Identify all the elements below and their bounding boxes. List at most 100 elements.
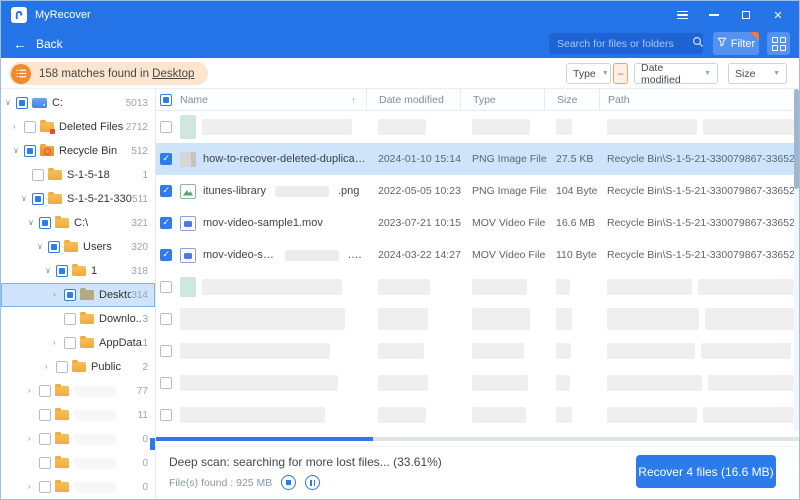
chevron-collapsed-icon[interactable]: › — [13, 123, 24, 131]
sidebar-item-redacted[interactable]: › 11 — [1, 403, 155, 427]
folder-icon — [55, 218, 69, 228]
checkbox-unchecked[interactable] — [64, 313, 76, 325]
chevron-expanded-icon[interactable]: ∨ — [28, 219, 39, 227]
sidebar-item-redacted[interactable]: › 77 — [1, 379, 155, 403]
chevron-collapsed-icon[interactable]: › — [53, 291, 64, 299]
scan-progress-bar — [156, 437, 800, 441]
sidebar-item-s-1-5-21[interactable]: ∨ S-1-5-21-3300798...511 — [1, 187, 155, 211]
sidebar-item-downloads[interactable]: › Downlo...3 — [1, 307, 155, 331]
checkbox-checked[interactable] — [160, 217, 172, 229]
sidebar-item-c-root[interactable]: ∨ C:\321 — [1, 211, 155, 235]
table-row[interactable]: how-to-recover-deleted-duplicate-files-w… — [156, 143, 800, 175]
chevron-collapsed-icon[interactable]: › — [28, 483, 39, 491]
select-all-checkbox[interactable] — [160, 94, 172, 106]
checkbox-partial[interactable] — [39, 217, 51, 229]
chevron-collapsed-icon[interactable]: › — [53, 339, 64, 347]
checkbox-checked[interactable] — [160, 249, 172, 261]
redacted-row[interactable] — [156, 335, 800, 367]
column-header-path[interactable]: Path — [599, 89, 800, 110]
checkbox-unchecked[interactable] — [56, 361, 68, 373]
funnel-icon — [717, 37, 727, 50]
search-input[interactable] — [557, 38, 692, 50]
chevron-expanded-icon[interactable]: ∨ — [37, 243, 48, 251]
checkbox-unchecked[interactable] — [160, 409, 172, 421]
sidebar-item-desktop[interactable]: › Desktop314 — [1, 283, 155, 307]
table-row[interactable]: mov-video-sample2.mov 2024-03-22 14:27 M… — [156, 239, 800, 271]
column-header-name[interactable]: Name↑ — [180, 89, 366, 110]
back-button[interactable]: ← Back — [13, 37, 63, 51]
sidebar-item-1[interactable]: ∨ 1318 — [1, 259, 155, 283]
desktop-link[interactable]: Desktop — [152, 68, 194, 80]
chevron-collapsed-icon[interactable]: › — [28, 435, 39, 443]
sidebar-scroll-indicator[interactable] — [150, 438, 155, 450]
sidebar-item-users[interactable]: ∨ Users320 — [1, 235, 155, 259]
checkbox-unchecked[interactable] — [39, 385, 51, 397]
remove-type-filter-button[interactable]: − — [613, 63, 628, 84]
maximize-button[interactable] — [735, 6, 757, 24]
checkbox-partial[interactable] — [56, 265, 68, 277]
sidebar-item-c-drive[interactable]: ∨ C:5013 — [1, 91, 155, 115]
sidebar-item-redacted[interactable]: › 0 — [1, 427, 155, 451]
video-file-icon — [180, 248, 196, 263]
toolbar: ← Back Filter — [1, 29, 799, 58]
table-row[interactable]: mov-video-sample1.mov 2023-07-21 10:15 M… — [156, 207, 800, 239]
checkbox-partial[interactable] — [24, 145, 36, 157]
size-filter-dropdown[interactable]: Size▼ — [728, 63, 787, 84]
sidebar-item-redacted[interactable]: › 0 — [1, 475, 155, 499]
chevron-collapsed-icon[interactable]: › — [45, 363, 56, 371]
checkbox-unchecked[interactable] — [39, 409, 51, 421]
sidebar-item-s-1-5-18[interactable]: › S-1-5-181 — [1, 163, 155, 187]
scrollbar-thumb[interactable] — [794, 89, 799, 189]
chevron-expanded-icon[interactable]: ∨ — [21, 195, 32, 203]
vertical-scrollbar[interactable] — [794, 89, 799, 431]
checkbox-unchecked[interactable] — [24, 121, 36, 133]
column-header-size[interactable]: Size — [544, 89, 599, 110]
checkbox-unchecked[interactable] — [160, 377, 172, 389]
checkbox-unchecked[interactable] — [32, 169, 44, 181]
stop-scan-button[interactable] — [281, 475, 296, 490]
view-grid-button[interactable] — [767, 32, 790, 55]
column-header-type[interactable]: Type — [460, 89, 544, 110]
scan-progress-fill — [156, 437, 373, 441]
checkbox-partial[interactable] — [16, 97, 28, 109]
checkbox-partial[interactable] — [48, 241, 60, 253]
redacted-row[interactable] — [156, 367, 800, 399]
sidebar-item-redacted[interactable]: › 0 — [1, 451, 155, 475]
redacted-row[interactable] — [156, 399, 800, 431]
checkbox-unchecked[interactable] — [160, 281, 172, 293]
column-header-date[interactable]: Date modified — [366, 89, 460, 110]
date-filter-dropdown[interactable]: Date modified▼ — [634, 63, 718, 84]
checkbox-partial[interactable] — [64, 289, 76, 301]
checkbox-unchecked[interactable] — [39, 433, 51, 445]
checkbox-checked[interactable] — [160, 185, 172, 197]
checkbox-unchecked[interactable] — [39, 481, 51, 493]
minimize-button[interactable] — [703, 6, 725, 24]
chevron-expanded-icon[interactable]: ∨ — [5, 99, 16, 107]
sidebar-item-deleted-files[interactable]: › Deleted Files2712 — [1, 115, 155, 139]
chevron-expanded-icon[interactable]: ∨ — [45, 267, 56, 275]
recover-button[interactable]: Recover 4 files (16.6 MB) — [636, 455, 776, 488]
menu-icon[interactable] — [671, 6, 693, 24]
redacted-row[interactable] — [156, 303, 800, 335]
close-button[interactable]: ✕ — [767, 6, 789, 24]
search-icon[interactable] — [692, 35, 704, 53]
checkbox-unchecked[interactable] — [64, 337, 76, 349]
checkbox-partial[interactable] — [32, 193, 44, 205]
pause-scan-button[interactable] — [305, 475, 320, 490]
chevron-collapsed-icon[interactable]: › — [28, 387, 39, 395]
type-filter-dropdown[interactable]: Type▼ — [566, 63, 611, 84]
chevron-expanded-icon[interactable]: ∨ — [13, 147, 24, 155]
checkbox-unchecked[interactable] — [160, 313, 172, 325]
redacted-row[interactable] — [156, 111, 800, 143]
sidebar-item-appdata[interactable]: › AppData1 — [1, 331, 155, 355]
sort-ascending-icon[interactable]: ↑ — [352, 95, 357, 105]
table-row[interactable]: itunes-library.png 2022-05-05 10:23 PNG … — [156, 175, 800, 207]
sidebar-item-recycle-bin[interactable]: ∨ Recycle Bin512 — [1, 139, 155, 163]
sidebar-item-public[interactable]: › Public2 — [1, 355, 155, 379]
checkbox-unchecked[interactable] — [39, 457, 51, 469]
redacted-row[interactable] — [156, 271, 800, 303]
filter-button[interactable]: Filter — [713, 32, 759, 55]
checkbox-checked[interactable] — [160, 153, 172, 165]
checkbox-unchecked[interactable] — [160, 121, 172, 133]
checkbox-unchecked[interactable] — [160, 345, 172, 357]
